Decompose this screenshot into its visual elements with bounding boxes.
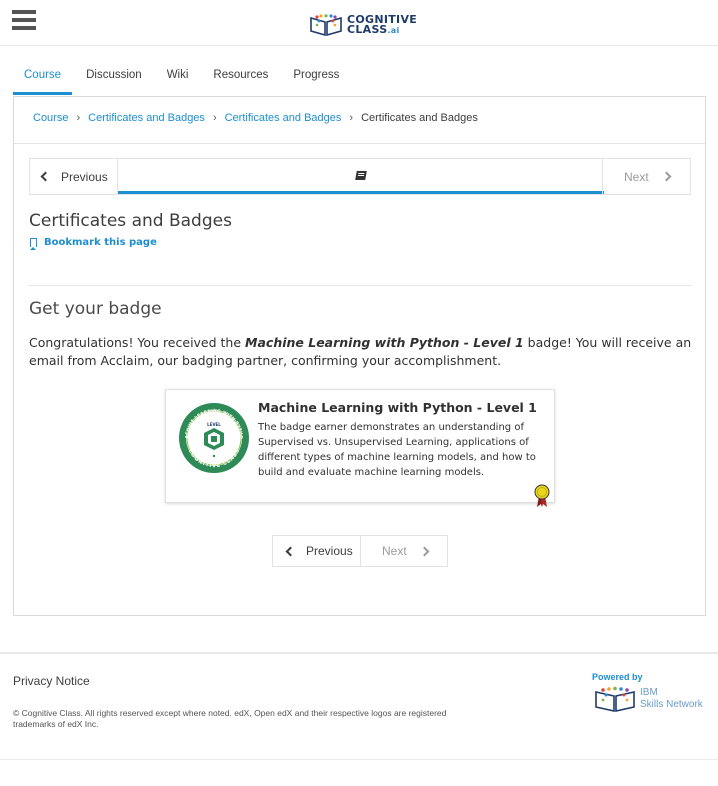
book-icon [355,170,367,180]
chevron-right-icon [661,171,672,182]
breadcrumb-current: Certificates and Badges [361,112,478,124]
bookmark-icon [30,238,37,250]
previous-label: Previous [306,544,353,558]
cognitive-class-logo[interactable]: COGNITIVE CLASS.ai [309,12,417,38]
logo-book-icon [310,14,342,36]
badge-card[interactable]: MACHINE LEARNING WITH PYTHON COGNITIVE C… [165,389,555,507]
congrats-badge-name: Machine Learning with Python - Level 1 [245,335,524,350]
logo-suffix: .ai [387,25,400,35]
breadcrumb-course[interactable]: Course [33,112,68,124]
logo-wordmark: COGNITIVE CLASS.ai [347,14,417,36]
privacy-notice-link[interactable]: Privacy Notice [13,674,90,688]
course-tabs: Course Discussion Wiki Resources Progres… [13,64,364,96]
chevron-left-icon [285,546,296,556]
sequence-previous-button[interactable]: Previous [30,159,118,194]
top-header: COGNITIVE CLASS.ai [0,0,718,46]
ibm-line1: IBM [640,687,658,698]
ibm-skills-network-logo-icon[interactable] [594,686,636,712]
bottom-sequence-nav: Previous Next [272,535,448,567]
chevron-right-icon [419,546,430,556]
badge-level-text: LEVEL [207,422,221,427]
section-heading: Get your badge [29,299,162,319]
copyright-text: © Cognitive Class. All rights reserved e… [13,708,447,729]
hamburger-menu-icon[interactable] [12,10,36,32]
badge-image: MACHINE LEARNING WITH PYTHON COGNITIVE C… [178,402,249,473]
bookmark-button[interactable]: Bookmark this page [30,237,157,250]
sequence-next-button[interactable]: Next [602,159,690,194]
sequence-unit-tab[interactable] [118,159,604,194]
tab-course[interactable]: Course [13,64,73,95]
tab-wiki[interactable]: Wiki [167,64,189,95]
award-ribbon-icon [534,484,550,507]
course-content-panel: Course › Certificates and Badges › Certi… [13,96,706,616]
next-label: Next [382,544,407,558]
breadcrumb-chevron-icon: › [76,112,81,124]
bottom-previous-button[interactable]: Previous [273,536,361,566]
badge-title: Machine Learning with Python - Level 1 [258,400,537,415]
next-label: Next [624,169,649,184]
ibm-skills-network-text[interactable]: IBM Skills Network [640,687,703,711]
breadcrumb-subsection[interactable]: Certificates and Badges [225,112,342,124]
congrats-message: Congratulations! You received the Machin… [29,334,699,370]
congrats-prefix: Congratulations! You received the [29,335,246,350]
ibm-line2: Skills Network [640,699,703,710]
tab-resources[interactable]: Resources [213,64,268,95]
logo-line2: CLASS [347,22,388,36]
bottom-next-button[interactable]: Next [361,536,447,566]
divider [14,143,705,144]
footer-divider [0,652,718,654]
breadcrumb-chevron-icon: › [349,112,354,124]
badge-description: The badge earner demonstrates an underst… [258,422,536,478]
chevron-left-icon [40,171,51,182]
powered-by-label: Powered by [592,672,643,682]
breadcrumb: Course › Certificates and Badges › Certi… [33,112,478,124]
sequence-nav: Previous Next [29,158,691,195]
tab-progress[interactable]: Progress [293,64,339,95]
bookmark-label: Bookmark this page [44,237,157,248]
divider [0,759,718,760]
tab-discussion[interactable]: Discussion [86,64,142,95]
breadcrumb-section[interactable]: Certificates and Badges [88,112,205,124]
divider [29,285,691,286]
breadcrumb-chevron-icon: › [212,112,217,124]
unit-title: Certificates and Badges [29,211,232,231]
previous-label: Previous [61,169,108,184]
